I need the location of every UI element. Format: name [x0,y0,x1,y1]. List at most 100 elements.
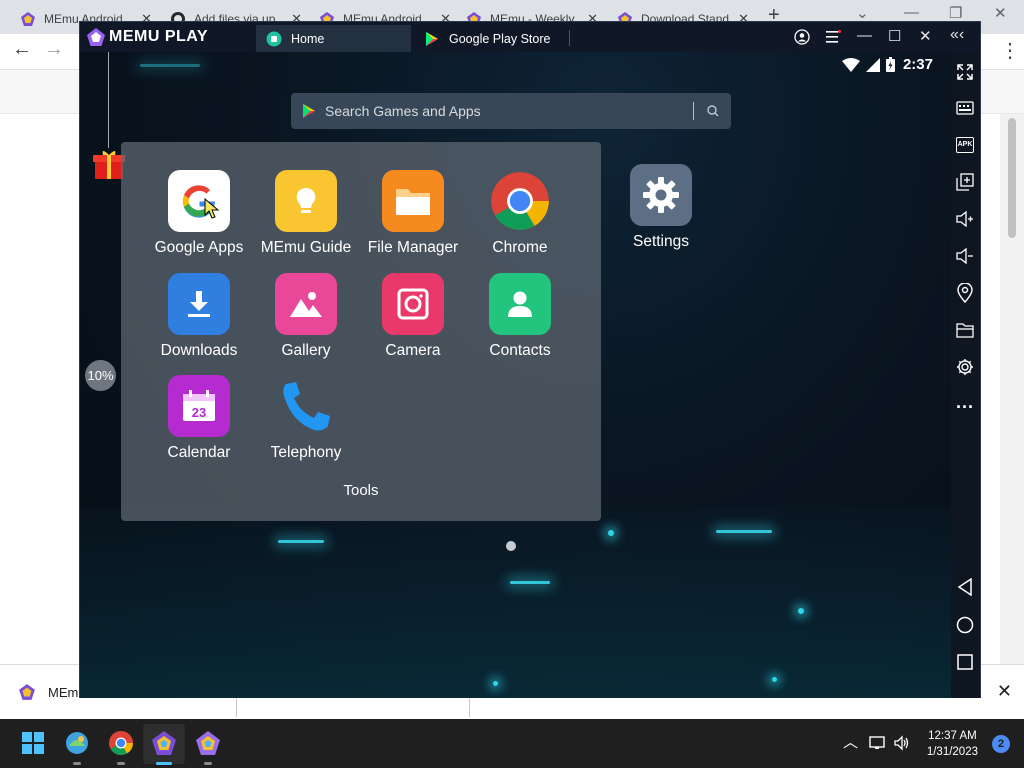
download-item-label: MEm [48,684,79,700]
account-icon[interactable] [794,29,810,45]
more-icon[interactable]: ... [955,392,975,412]
battery-icon [885,57,895,72]
clock-time: 12:37 AM [928,730,977,742]
app-memu-guide[interactable]: MEmu Guide [252,170,360,257]
chevron-down-icon[interactable]: ⌄ [856,4,869,22]
chrome-icon [489,170,551,232]
volume-up-icon[interactable] [955,209,975,229]
app-telephony[interactable]: Telephony [252,375,360,462]
chrome-icon[interactable] [108,730,134,756]
play-store-icon [426,31,438,46]
app-gallery[interactable]: Gallery [252,273,360,360]
network-icon[interactable] [869,735,887,751]
contacts-icon [489,273,551,335]
menu-dots-icon[interactable]: ⋮ [1000,38,1020,63]
tab-home-label: Home [291,31,325,46]
app-file-manager[interactable]: File Manager [359,170,467,257]
app-label: Downloads [160,342,238,359]
signal-icon [865,57,880,72]
close-window-icon[interactable]: ✕ [994,4,1007,22]
minimize-icon[interactable]: — [904,4,919,21]
home-button-icon[interactable] [955,615,975,635]
gift-string [108,52,109,148]
play-store-icon [303,104,315,118]
background-light [716,530,772,533]
divider [236,695,237,717]
app-settings[interactable]: Settings [607,164,715,251]
multi-window-icon[interactable] [955,172,975,192]
running-indicator [117,762,125,765]
close-icon[interactable]: ✕ [919,27,932,45]
close-icon[interactable]: ✕ [997,681,1012,702]
app-label: Camera [385,342,441,359]
background-light [608,530,614,536]
expand-icon[interactable] [955,62,975,82]
widgets-icon[interactable] [64,730,90,756]
speaker-icon[interactable] [893,735,911,751]
app-label: Chrome [492,239,548,256]
restore-icon[interactable]: ❐ [949,4,962,22]
notification-badge[interactable]: 2 [992,735,1010,753]
background-light [278,540,324,543]
chevron-up-icon[interactable]: ︿ [843,731,858,752]
svg-text:23: 23 [192,405,206,420]
back-arrow-icon[interactable]: ← [12,38,32,61]
app-calendar[interactable]: 23 Calendar [145,375,253,462]
system-clock[interactable]: 12:37 AM 1/31/2023 [927,728,978,760]
search-icon[interactable] [705,103,721,119]
android-screen[interactable]: 2:37 Search Games and Apps 10% Google Ap… [80,52,951,698]
app-label: Gallery [281,342,331,359]
download-item[interactable]: MEm [18,683,78,701]
collapse-sidebar-icon[interactable]: «‹ [950,26,964,44]
android-status-bar: 2:37 [841,56,933,73]
app-contacts[interactable]: Contacts [466,273,574,360]
recents-icon[interactable] [955,652,975,672]
search-bar[interactable]: Search Games and Apps [291,93,731,129]
running-indicator [204,762,212,765]
page-scrollbar[interactable] [1000,114,1024,664]
status-time: 2:37 [902,56,933,73]
memu-multi-icon[interactable] [195,730,221,756]
app-label: MEmu Guide [260,239,352,256]
telephony-icon [275,375,337,437]
app-google-apps[interactable]: Google Apps [145,170,253,257]
camera-icon [382,273,444,335]
app-label: Calendar [167,444,231,461]
app-chrome[interactable]: Chrome [466,170,574,257]
progress-indicator[interactable]: 10% [85,360,116,391]
memu-logo-icon [87,28,105,46]
maximize-icon[interactable]: ☐ [888,27,901,45]
app-label: Telephony [270,444,342,461]
menu-icon[interactable] [825,30,841,44]
minimize-icon[interactable]: — [857,27,872,44]
memu-brand: MEMU PLAY [109,28,209,45]
cursor-icon [204,198,220,219]
app-downloads[interactable]: Downloads [145,273,253,360]
forward-arrow-icon[interactable]: → [44,38,64,61]
memu-icon[interactable] [151,730,177,756]
back-icon[interactable] [955,577,975,597]
keyboard-icon[interactable] [955,98,975,118]
volume-down-icon[interactable] [955,246,975,266]
more-label: ... [955,391,974,412]
folder-icon[interactable] [955,320,975,340]
background-light [140,64,200,67]
windows-start-icon[interactable] [20,730,46,756]
folder-title[interactable]: Tools [121,482,601,499]
calendar-icon: 23 [168,375,230,437]
memu-icon [21,12,35,26]
settings-icon [630,164,692,226]
scrollbar-thumb[interactable] [1008,118,1016,238]
tab-google-play-store[interactable]: Google Play Store [414,25,569,52]
divider [569,30,570,46]
app-camera[interactable]: Camera [359,273,467,360]
background-light [772,677,777,682]
location-icon[interactable] [955,283,975,303]
memu-guide-icon [275,170,337,232]
running-indicator [73,762,81,765]
background-floor [80,507,951,698]
apk-icon[interactable]: APK [955,135,975,155]
gear-icon[interactable] [955,357,975,377]
tab-home[interactable]: Home [256,25,411,52]
app-label: Settings [632,233,689,250]
